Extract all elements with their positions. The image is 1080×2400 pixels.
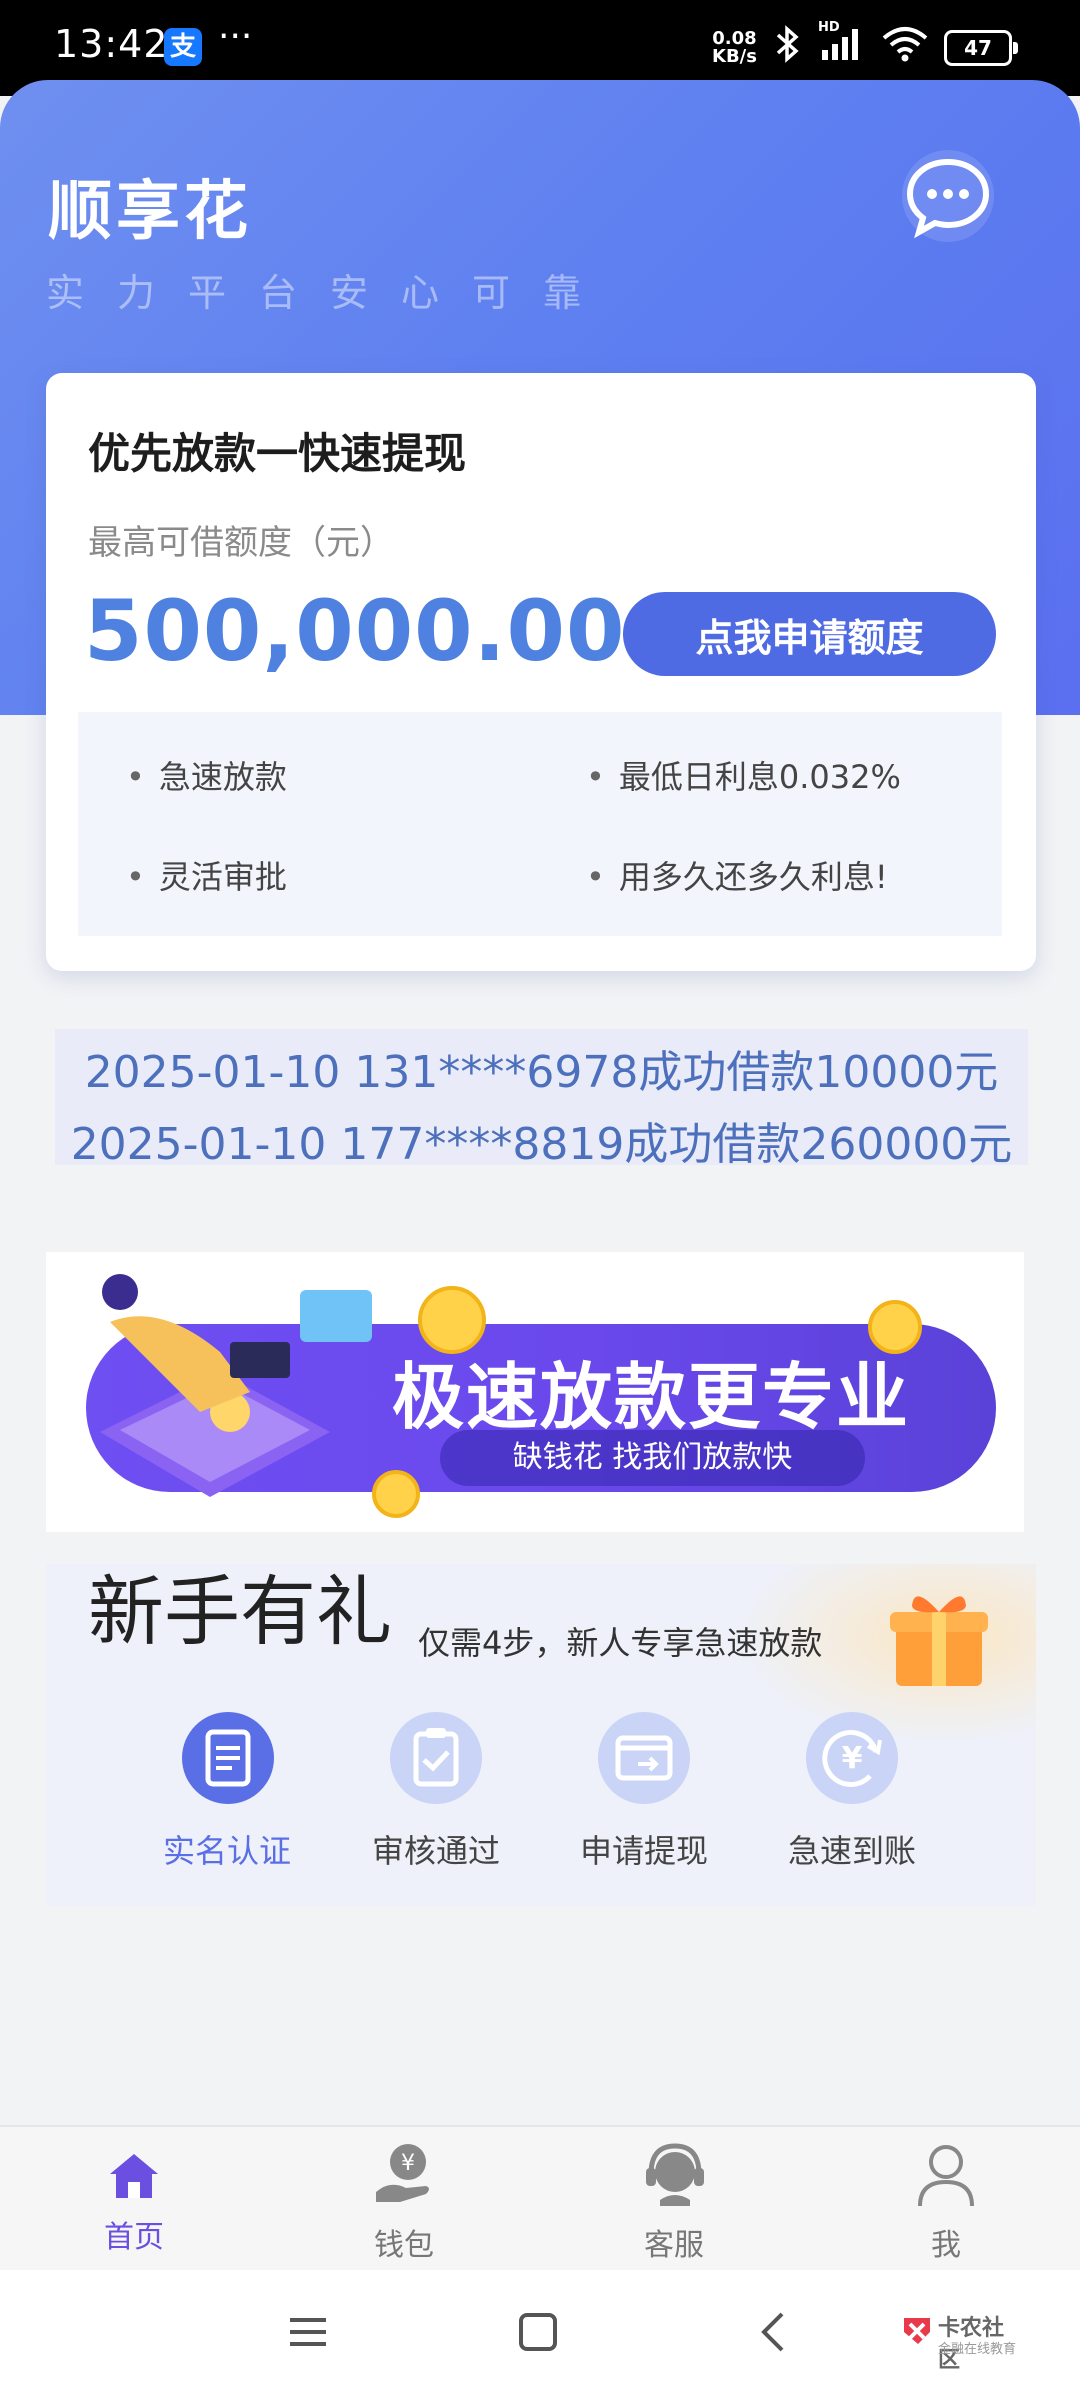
yen-refresh-icon: ¥ — [822, 1729, 882, 1787]
kanong-logo-icon — [904, 2318, 930, 2344]
coin-icon — [372, 1470, 420, 1518]
feature-item: 灵活审批 — [126, 852, 287, 898]
app-slogan: 实力平台安心可靠 — [46, 271, 615, 315]
newbie-subtitle: 仅需4步，新人专享急速放款 — [418, 1624, 823, 1662]
document-icon — [205, 1729, 251, 1787]
gift-icon — [884, 1580, 994, 1690]
clipboard-check-icon — [413, 1728, 459, 1787]
step-verify-button[interactable] — [182, 1712, 274, 1804]
watermark-logo: 卡农社区 金融在线教育 — [900, 2306, 1020, 2373]
home-nav-button[interactable] — [516, 2310, 560, 2354]
card-transfer-icon — [615, 1735, 673, 1781]
bluetooth-icon — [772, 24, 802, 73]
tab-home[interactable]: 首页 — [74, 2140, 194, 2260]
network-speed-unit: KB/s — [712, 46, 757, 67]
battery-icon: 47 — [944, 30, 1018, 66]
status-time: 13:42 — [54, 22, 169, 66]
loan-record: 2025-01-10 131****6978成功借款10000元 — [84, 1047, 999, 1098]
message-button[interactable] — [902, 150, 994, 242]
user-icon — [918, 2145, 974, 2207]
back-chevron-icon — [761, 2312, 784, 2352]
feature-item: 急速放款 — [126, 752, 287, 798]
newbie-title: 新手有礼 — [88, 1567, 392, 1656]
yen-symbol: ¥ — [842, 1741, 863, 1776]
loan-record: 2025-01-10 177****8819成功借款260000元 — [70, 1119, 1013, 1170]
step-approve-button[interactable] — [390, 1712, 482, 1804]
step-arrival-button[interactable]: ¥ — [806, 1712, 898, 1804]
network-speed: 0.08 KB/s — [712, 30, 757, 66]
card-title: 优先放款一快速提现 — [88, 429, 467, 478]
alipay-icon: 支 — [164, 28, 202, 66]
feature-item: 最低日利息0.032% — [586, 752, 901, 798]
signal-icon: HD — [818, 20, 864, 73]
wallet-coin-hand-icon: ¥ — [376, 2144, 429, 2202]
svg-text:¥: ¥ — [401, 2151, 415, 2176]
headset-agent-icon — [646, 2143, 704, 2206]
tab-label: 我 — [931, 2228, 961, 2263]
tab-label: 客服 — [644, 2228, 704, 2263]
step-label-active: 实名认证 — [163, 1832, 292, 1870]
step-withdraw-button[interactable] — [598, 1712, 690, 1804]
hd-label: HD — [818, 20, 840, 35]
menu-nav-button[interactable] — [286, 2310, 330, 2354]
tab-me[interactable]: 我 — [886, 2140, 1006, 2263]
tab-label: 首页 — [104, 2220, 164, 2255]
tab-wallet[interactable]: ¥ 钱包 — [344, 2140, 464, 2263]
banner-subtitle: 缺钱花 找我们放款快 — [440, 1430, 865, 1486]
tab-label: 钱包 — [374, 2228, 434, 2263]
home-icon — [110, 2154, 158, 2198]
limit-label: 最高可借额度（元） — [88, 523, 394, 563]
watermark-subtitle: 金融在线教育 — [938, 2342, 1017, 2357]
banner-title: 极速放款更专业 — [392, 1355, 911, 1439]
feature-list — [78, 712, 1002, 936]
hamburger-icon — [290, 2318, 326, 2346]
tab-service[interactable]: 客服 — [614, 2140, 734, 2263]
apply-limit-button[interactable]: 点我申请额度 — [623, 592, 996, 676]
step-label: 审核通过 — [372, 1832, 501, 1870]
app-brand: 顺享花 — [48, 175, 252, 249]
banner-illustration — [80, 1262, 380, 1502]
back-nav-button[interactable] — [752, 2310, 796, 2354]
feature-item: 用多久还多久利息! — [586, 852, 888, 898]
step-label: 急速到账 — [788, 1832, 917, 1870]
more-notifications-icon: ··· — [218, 16, 253, 57]
step-label: 申请提现 — [580, 1832, 709, 1870]
credit-amount: 500,000.00 — [84, 582, 626, 680]
chat-bubble-icon — [906, 158, 990, 239]
square-icon — [519, 2313, 557, 2351]
wifi-icon — [880, 24, 930, 73]
